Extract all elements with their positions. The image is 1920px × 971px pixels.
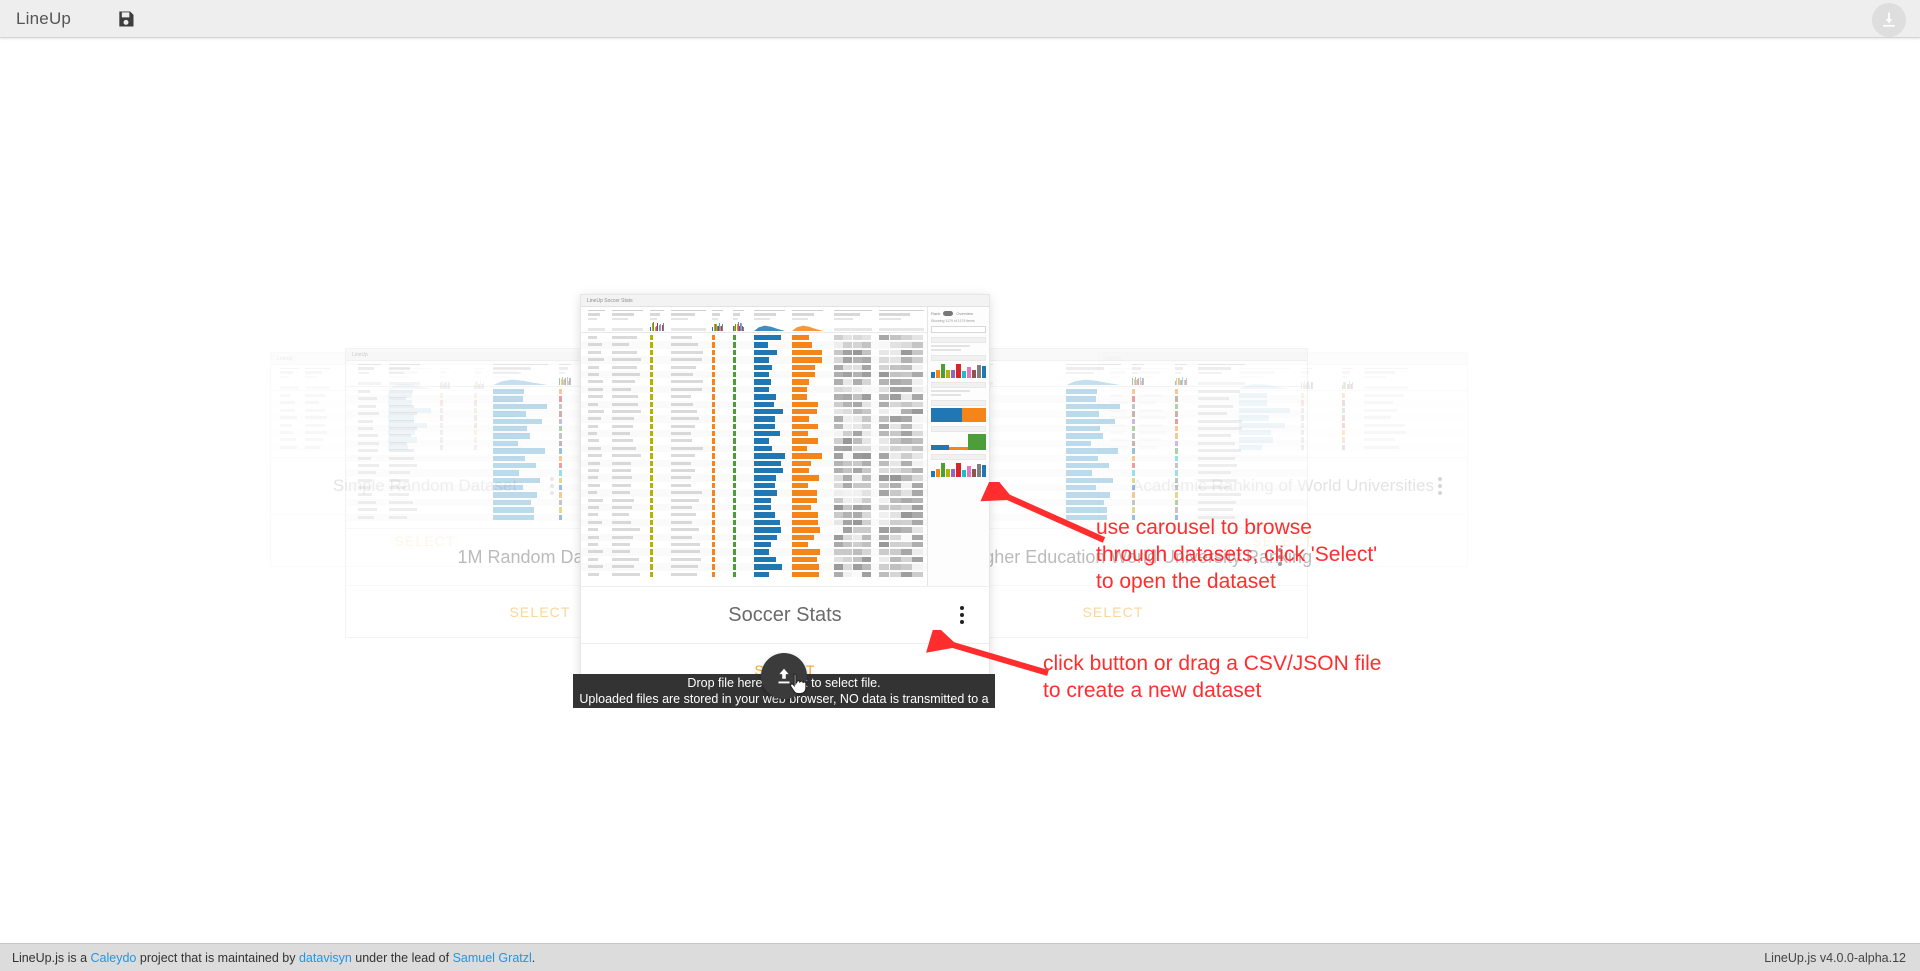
select-button[interactable]: SELECT	[509, 604, 570, 620]
upload-icon	[778, 668, 790, 684]
kebab-menu-icon[interactable]	[953, 604, 971, 626]
save-floppy-icon[interactable]	[115, 8, 137, 30]
upload-fab-button[interactable]	[761, 653, 807, 699]
app-header: LineUp	[0, 0, 1920, 38]
preview-titlebar-label: LineUp	[277, 355, 293, 362]
dataset-card-title: Soccer Stats	[728, 603, 842, 626]
preview-titlebar-label: LineUp	[352, 351, 368, 358]
footer-prefix: LineUp.js is a	[12, 950, 91, 965]
annotation-arrow-carousel	[980, 482, 1106, 543]
footer-credits: LineUp.js is a Caleydo project that is m…	[12, 951, 535, 965]
kebab-menu-icon[interactable]	[1431, 475, 1449, 497]
dataset-thumbnail: LineUp Soccer Stats Rank Overview Showing …	[581, 295, 989, 587]
footer-mid2: under the lead of	[351, 950, 453, 965]
app-brand: LineUp	[16, 8, 72, 28]
dataset-carousel[interactable]: LineUp Simple Random Dataset SELECT Line…	[0, 38, 1920, 943]
app-footer: LineUp.js is a Caleydo project that is m…	[0, 943, 1920, 971]
footer-mid1: project that is maintained by	[136, 950, 299, 965]
download-icon[interactable]	[1872, 3, 1906, 37]
preview-titlebar-label: LineUp Soccer Stats	[587, 297, 633, 304]
lineup-preview: LineUp Soccer Stats Rank Overview Showing …	[581, 295, 989, 586]
select-button[interactable]: SELECT	[1082, 604, 1143, 620]
footer-version: LineUp.js v4.0.0-alpha.12	[1764, 950, 1906, 965]
footer-link-datavisyn[interactable]: datavisyn	[299, 951, 352, 965]
footer-suffix: .	[531, 950, 536, 965]
annotation-arrow-upload	[926, 630, 1049, 676]
annotation-carousel-hint: use carousel to browse through datasets,…	[1096, 516, 1378, 593]
preview-side-panel: Rank Overview Showing 1179 of 1179 items	[927, 307, 989, 586]
footer-link-caleydo[interactable]: Caleydo	[91, 951, 137, 965]
footer-link-author[interactable]: Samuel Gratzl	[453, 951, 532, 965]
annotation-upload-hint: click button or drag a CSV/JSON file to …	[1043, 652, 1382, 702]
